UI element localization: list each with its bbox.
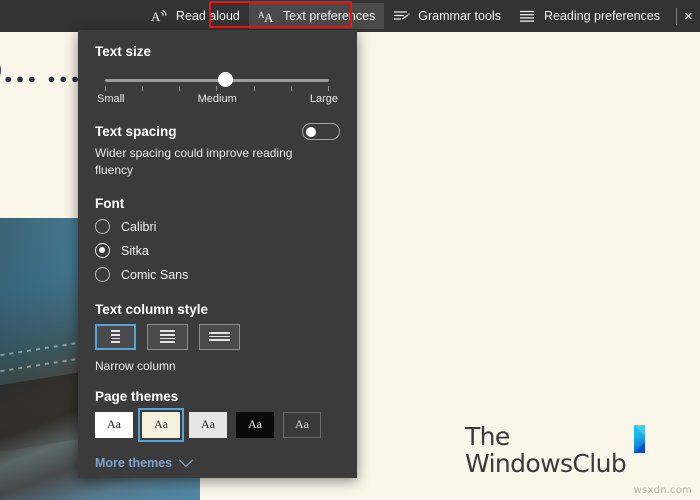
- slider-tick: [327, 86, 329, 91]
- radio-icon: [95, 267, 110, 283]
- text-preferences-panel: Text size Small Medium Large Text spacin…: [78, 30, 357, 478]
- column-line: [209, 339, 230, 341]
- column-line: [209, 332, 230, 334]
- radio-icon-selected: [95, 243, 110, 259]
- font-radio-group: Calibri Sitka Comic Sans: [95, 215, 340, 287]
- text-column-style-caption: Narrow column: [95, 358, 176, 373]
- font-heading: Font: [95, 195, 125, 211]
- slider-ticks: [105, 86, 329, 91]
- font-option-label: Comic Sans: [121, 267, 189, 282]
- slider-tick: [290, 86, 292, 91]
- close-icon[interactable]: ×: [684, 8, 700, 25]
- text-spacing-description: Wider spacing could improve reading flue…: [95, 146, 293, 177]
- text-spacing-heading: Text spacing: [95, 124, 177, 139]
- page-themes-swatches: Aa Aa Aa Aa Aa: [95, 407, 340, 442]
- font-option-label: Calibri: [121, 219, 157, 234]
- slider-tick: [142, 86, 144, 91]
- theme-swatch-light-gray[interactable]: Aa: [189, 411, 227, 438]
- immersive-reader-toolbar: A Read aloud A A Text preferences Gramma…: [0, 0, 700, 32]
- column-line: [111, 330, 120, 332]
- column-line: [160, 341, 175, 343]
- column-line: [111, 341, 120, 343]
- toolbar-item-text-preferences[interactable]: A A Text preferences: [248, 3, 385, 29]
- toolbar-divider: [676, 7, 677, 25]
- font-option-sitka[interactable]: Sitka: [95, 239, 340, 263]
- watermark: wsxdn.com: [633, 485, 692, 496]
- column-line: [160, 334, 175, 336]
- toolbar-item-read-aloud[interactable]: A Read aloud: [142, 3, 249, 29]
- toolbar-item-label: Read aloud: [175, 8, 240, 23]
- text-size-slider[interactable]: [95, 72, 340, 91]
- svg-text:A: A: [151, 9, 161, 24]
- column-line: [111, 334, 120, 336]
- slider-tick: [105, 86, 106, 91]
- text-size-scale-labels: Small Medium Large: [95, 93, 340, 105]
- slider-label-small: Small: [97, 93, 125, 105]
- slider-tick: [179, 86, 181, 91]
- slider-label-large: Large: [309, 93, 338, 105]
- text-column-style-group: [95, 323, 340, 350]
- read-aloud-icon: A: [151, 9, 168, 24]
- text-spacing-toggle[interactable]: [302, 123, 340, 140]
- theme-swatch-black[interactable]: Aa: [236, 411, 274, 438]
- text-column-style-heading: Text column style: [95, 301, 209, 317]
- slider-track: [105, 79, 329, 82]
- column-line: [160, 337, 175, 340]
- svg-text:A: A: [264, 10, 274, 24]
- theme-swatch-white[interactable]: Aa: [95, 411, 133, 438]
- slider-thumb[interactable]: [218, 72, 233, 87]
- text-spacing-row: Text spacing: [95, 123, 340, 140]
- theme-swatch-sepia[interactable]: Aa: [138, 407, 184, 442]
- column-style-medium-button[interactable]: [147, 323, 188, 350]
- slider-label-medium: Medium: [197, 93, 237, 105]
- brand-text: The WindowsClub: [465, 422, 627, 478]
- column-style-wide-button[interactable]: [199, 323, 240, 350]
- toolbar-item-label: Text preferences: [282, 8, 376, 23]
- radio-icon: [95, 219, 110, 235]
- column-line: [209, 335, 230, 338]
- column-line: [111, 337, 120, 340]
- text-preferences-icon: A A: [258, 9, 275, 25]
- grammar-tools-icon: [393, 9, 410, 24]
- slider-tick: [216, 86, 218, 91]
- font-option-comic-sans[interactable]: Comic Sans: [95, 263, 340, 287]
- page-themes-heading: Page themes: [95, 388, 179, 404]
- font-option-label: Sitka: [121, 243, 149, 258]
- more-themes-button[interactable]: More themes: [95, 452, 340, 470]
- theme-swatch-dark-gray[interactable]: Aa: [283, 411, 321, 438]
- toolbar-item-label: Reading preferences: [543, 8, 660, 23]
- toolbar-item-label: Grammar tools: [418, 8, 501, 23]
- slider-tick: [253, 86, 255, 91]
- column-line: [160, 330, 175, 332]
- font-option-calibri[interactable]: Calibri: [95, 215, 340, 239]
- brand-line-2: WindowsClub: [465, 449, 627, 478]
- toolbar-item-grammar-tools[interactable]: Grammar tools: [384, 3, 510, 29]
- text-size-heading: Text size: [95, 44, 152, 59]
- reading-preferences-icon: [519, 9, 536, 24]
- more-themes-label: More themes: [95, 455, 173, 470]
- column-style-narrow-button[interactable]: [95, 323, 136, 350]
- brand-line-1: The: [465, 422, 510, 451]
- toolbar-item-reading-preferences[interactable]: Reading preferences: [510, 3, 669, 29]
- windowsclub-logo: The WindowsClub: [465, 423, 645, 477]
- chevron-down-icon: [179, 452, 194, 467]
- toggle-knob: [306, 127, 316, 137]
- windows-mark-icon: [634, 425, 645, 453]
